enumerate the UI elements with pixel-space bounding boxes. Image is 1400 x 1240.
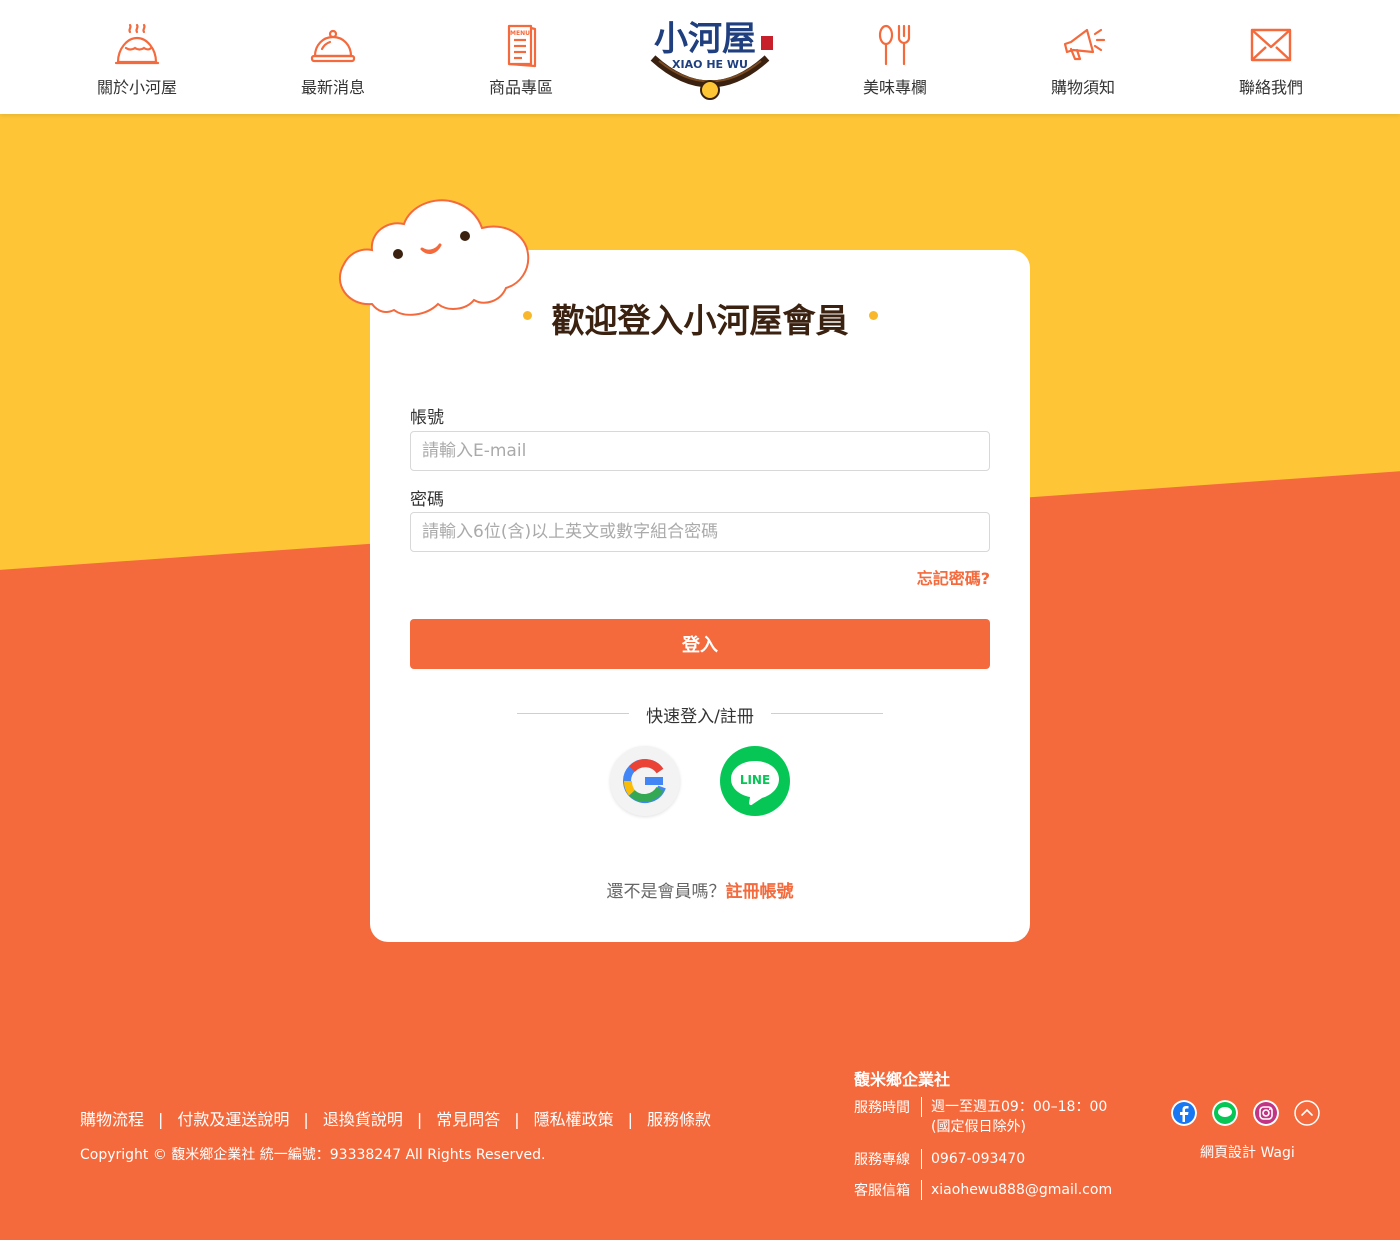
footer-link-faq[interactable]: 常見問答 — [436, 1110, 500, 1129]
site-header: 關於小河屋 最新消息 MENU 商品專區 小河屋 XIAO HE WU 美味專欄… — [0, 0, 1400, 114]
nav-about[interactable]: 關於小河屋 — [72, 22, 202, 98]
footer-separator: | — [303, 1110, 309, 1129]
quick-login-divider: 快速登入/註冊 — [517, 702, 883, 727]
service-email-label: 客服信箱 — [854, 1180, 922, 1200]
nav-column-label: 美味專欄 — [862, 78, 927, 97]
footer-separator: | — [158, 1110, 164, 1129]
footer-separator: | — [627, 1110, 634, 1129]
copyright-text: Copyright © 馥米鄉企業社 統一編號：93338247 All Rig… — [80, 1147, 546, 1163]
nav-shopping-info-label: 購物須知 — [1050, 78, 1115, 97]
footer-separator: | — [514, 1110, 520, 1129]
logo-cn: 小河屋 — [654, 19, 756, 59]
fork-spoon-icon — [878, 24, 911, 66]
footer-link-terms[interactable]: 服務條款 — [647, 1110, 711, 1129]
quick-login-label: 快速登入/註冊 — [646, 707, 754, 727]
megaphone-icon — [1063, 28, 1106, 61]
envelope-icon — [1250, 28, 1292, 62]
password-label: 密碼 — [410, 490, 444, 510]
nav-news-label: 最新消息 — [300, 78, 365, 97]
service-phone-value[interactable]: 0967-093470 — [931, 1149, 1025, 1169]
password-input[interactable] — [410, 512, 990, 552]
footer-link-shopping-process[interactable]: 購物流程 — [80, 1110, 144, 1129]
footer-link-returns[interactable]: 退換貨說明 — [323, 1110, 403, 1129]
web-design-credit: 網頁設計 Wagi — [1200, 1145, 1295, 1161]
service-hours-value: 週一至週五09：00–18：00 (國定假日除外) — [931, 1097, 1107, 1137]
instagram-icon[interactable] — [1253, 1100, 1279, 1126]
menu-book-icon: MENU — [507, 24, 537, 68]
footer-separator: | — [416, 1110, 423, 1129]
divider-line-right — [771, 713, 883, 714]
nav-about-label: 關於小河屋 — [96, 78, 177, 97]
forgot-password-link[interactable]: 忘記密碼? — [917, 565, 990, 589]
service-hours-value-line2: (國定假日除外) — [931, 1119, 1026, 1135]
account-input[interactable] — [410, 431, 990, 471]
cloche-icon — [310, 29, 356, 63]
logo-graphic: 小河屋 XIAO HE WU — [650, 19, 773, 100]
login-card: 歡迎登入小河屋會員 帳號 密碼 忘記密碼? 登入 快速登入/註冊 LINE 還不… — [370, 250, 1030, 942]
register-link[interactable]: 註冊帳號 — [726, 882, 794, 902]
register-prompt: 還不是會員嗎？註冊帳號 — [370, 877, 1030, 902]
line-icon-text: LINE — [740, 773, 770, 787]
line-icon: LINE — [731, 761, 779, 806]
facebook-icon[interactable] — [1171, 1100, 1197, 1126]
account-label: 帳號 — [410, 408, 444, 428]
svg-text:MENU: MENU — [510, 30, 530, 37]
nav-column[interactable]: 美味專欄 — [830, 22, 960, 98]
back-to-top-icon[interactable] — [1294, 1100, 1320, 1126]
site-logo[interactable]: 小河屋 XIAO HE WU — [645, 12, 775, 100]
nav-contact-label: 聯絡我們 — [1238, 78, 1303, 97]
nav-products[interactable]: MENU 商品專區 — [456, 22, 586, 98]
nav-news[interactable]: 最新消息 — [268, 22, 398, 98]
line-icon[interactable] — [1212, 1100, 1238, 1126]
nav-products-label: 商品專區 — [488, 78, 553, 97]
service-hours-label: 服務時間 — [854, 1097, 922, 1117]
nav-contact[interactable]: 聯絡我們 — [1206, 22, 1336, 98]
service-email-value[interactable]: xiaohewu888@gmail.com — [931, 1180, 1112, 1200]
footer-link-privacy[interactable]: 隱私權政策 — [534, 1110, 614, 1129]
service-phone-row: 服務專線 0967-093470 — [854, 1149, 1025, 1169]
service-email-row: 客服信箱 xiaohewu888@gmail.com — [854, 1180, 1112, 1200]
service-phone-label: 服務專線 — [854, 1149, 922, 1169]
register-prompt-text: 還不是會員嗎？ — [606, 882, 726, 902]
service-hours-value-line1: 週一至週五09：00–18：00 — [931, 1099, 1108, 1115]
title-dot-right — [869, 311, 878, 320]
footer-link-payment-shipping[interactable]: 付款及運送說明 — [177, 1110, 289, 1129]
service-hours-row: 服務時間 週一至週五09：00–18：00 (國定假日除外) — [854, 1097, 1107, 1137]
dumpling-steam-icon — [114, 23, 160, 65]
footer-links: 購物流程 | 付款及運送說明 | 退換貨說明 | 常見問答 | 隱私權政策 | 服務條款 — [80, 1106, 711, 1130]
login-button[interactable]: 登入 — [410, 619, 990, 669]
google-login-button[interactable] — [610, 746, 680, 816]
company-name: 馥米鄉企業社 — [854, 1070, 951, 1089]
nav-shopping-info[interactable]: 購物須知 — [1018, 22, 1148, 98]
cloud-mascot-icon — [338, 199, 530, 316]
line-login-button[interactable]: LINE — [720, 746, 790, 816]
google-icon — [623, 759, 666, 803]
logo-en: XIAO HE WU — [672, 58, 748, 71]
